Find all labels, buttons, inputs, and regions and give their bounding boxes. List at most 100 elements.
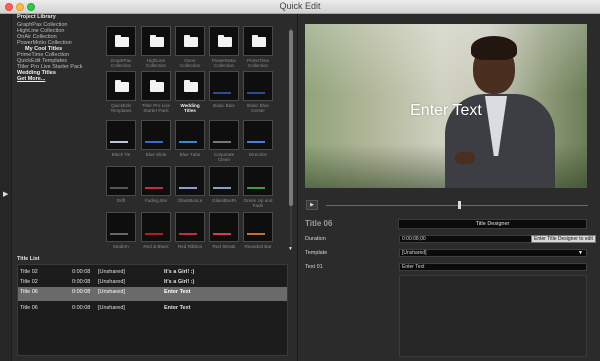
template-label: GlassBoxLe	[177, 198, 203, 203]
template-thumbnail[interactable]: Modern	[106, 212, 136, 249]
folder-icon	[141, 71, 171, 101]
chevron-right-icon: ▶	[3, 191, 9, 198]
template-thumbnail[interactable]: Drift	[106, 166, 136, 203]
preview-overlay-text[interactable]: Enter Text	[305, 102, 587, 120]
duration-label: Duration	[305, 236, 326, 242]
title-list-heading: Title List	[17, 256, 40, 262]
template-thumbnail[interactable]: PrimeTime Collection	[243, 26, 273, 68]
template-label: Red Ribbon	[177, 244, 203, 249]
template-dropdown[interactable]: [Unshared] ▼	[399, 249, 587, 257]
template-preview	[106, 212, 136, 242]
title-duration: 0:00:08	[72, 289, 91, 295]
play-icon: ▶	[310, 202, 314, 208]
project-library-heading: Project Library	[17, 14, 56, 20]
template-thumbnail[interactable]: Red Streak	[209, 212, 239, 249]
template-label: GlassBoxRi	[212, 198, 236, 203]
title-name: Title 06	[20, 289, 38, 295]
template-preview	[175, 166, 205, 196]
template-thumbnail[interactable]: GlassBoxLe	[175, 166, 205, 203]
template-thumbnail[interactable]: Fading Bar	[141, 166, 171, 203]
text-01-label: Text 01	[305, 264, 323, 270]
template-preview	[209, 212, 239, 242]
template-label: Titler Pro Live Starter Pack	[141, 103, 171, 113]
template-thumbnail[interactable]: GlassBoxRi	[209, 166, 239, 203]
template-preview	[243, 120, 273, 150]
play-button[interactable]: ▶	[306, 200, 318, 210]
title-text: Enter Text	[164, 289, 191, 295]
window-titlebar: Quick Edit	[0, 0, 600, 14]
template-label: Blue Slide	[145, 152, 167, 157]
template-thumbnail[interactable]: Red & Black	[141, 212, 171, 249]
template-thumbnail[interactable]: HighLine Collection	[141, 26, 171, 68]
folder-icon	[106, 71, 136, 101]
template-label: Red & Black	[143, 244, 169, 249]
template-thumbnail[interactable]: Basic Blue Center	[243, 71, 273, 113]
panel-divider[interactable]	[297, 14, 298, 361]
library-item[interactable]: Get More...	[17, 76, 107, 82]
template-label: Modern	[113, 244, 129, 249]
template-thumbnail[interactable]: Blue Slide	[141, 120, 171, 157]
title-list-row[interactable]: Title 06 0:00:08 [Unshared] Enter Text	[18, 287, 287, 301]
template-thumbnail[interactable]: GraphPax Collection	[106, 26, 136, 68]
template-thumbnail[interactable]: Corporate Clean	[209, 120, 239, 162]
preview-viewer[interactable]: Enter Text	[305, 24, 587, 188]
text-edit-area[interactable]	[399, 275, 587, 357]
template-thumbnail[interactable]: QuickEdit Templates	[106, 71, 136, 113]
window-title: Quick Edit	[279, 1, 321, 11]
template-thumbnail[interactable]: Wedding Titles	[175, 71, 205, 113]
template-thumbnail[interactable]: Basic Blue	[209, 71, 239, 108]
playhead[interactable]	[458, 201, 461, 209]
template-thumbnail[interactable]: Rounded Bar	[243, 212, 273, 249]
template-label: Fading Bar	[144, 198, 168, 203]
template-label: Rounded Bar	[244, 244, 272, 249]
template-preview	[141, 166, 171, 196]
title-text: Enter Text	[164, 305, 191, 311]
title-text: It's a Girl! :)	[164, 279, 195, 285]
template-label: Green Up and Fade	[243, 198, 273, 208]
title-designer-tooltip: Enter Title Designer to edit	[531, 235, 596, 243]
template-preview	[243, 71, 273, 101]
title-duration: 0:00:08	[72, 305, 91, 311]
template-preview	[209, 71, 239, 101]
title-duration: 0:00:08	[72, 269, 91, 275]
template-thumbnail[interactable]: PowerMotio Collection	[209, 26, 239, 68]
template-label: Blue Tube	[179, 152, 201, 157]
template-thumbnail[interactable]: Blue Tube	[175, 120, 205, 157]
title-template: [Unshared]	[98, 305, 125, 311]
template-grid-scrollbar[interactable]: ▼	[288, 24, 294, 252]
template-dropdown-value: [Unshared]	[402, 250, 427, 256]
title-template: [Unshared]	[98, 289, 125, 295]
template-thumbnail[interactable]: Black Tie	[106, 120, 136, 157]
folder-icon	[106, 26, 136, 56]
template-thumbnail[interactable]: Green Up and Fade	[243, 166, 273, 208]
dropdown-arrow-icon: ▼	[578, 250, 583, 256]
template-thumbnail[interactable]: Red Ribbon	[175, 212, 205, 249]
template-label: Red Streak	[212, 244, 236, 249]
template-thumbnail[interactable]: OnAir Collection	[175, 26, 205, 68]
title-template: [Unshared]	[98, 269, 125, 275]
folder-icon	[175, 26, 205, 56]
folder-icon	[209, 26, 239, 56]
template-label: Basic Blue Center	[247, 103, 269, 113]
selected-title-name: Title 06	[305, 219, 333, 228]
template-thumbnail[interactable]: Direction	[243, 120, 273, 157]
template-label: Wedding Titles	[180, 103, 200, 113]
timeline-scrubber[interactable]	[326, 205, 588, 206]
template-preview	[106, 166, 136, 196]
folder-icon	[175, 71, 205, 101]
title-list-row[interactable]: Title 02 0:00:08 [Unshared] It's a Girl! :)	[18, 267, 287, 277]
scrollbar-thumb[interactable]	[289, 30, 293, 206]
template-label: Drift	[116, 198, 126, 203]
template-label: PrimeTime Collection	[246, 58, 270, 68]
template-label: OnAir Collection	[179, 58, 201, 68]
title-list-row[interactable]: Title 06 0:00:08 [Unshared] Enter Text	[18, 303, 287, 313]
title-text: It's a Girl! :)	[164, 269, 195, 275]
scroll-down-icon[interactable]: ▼	[288, 246, 293, 252]
template-label: HighLine Collection	[145, 58, 167, 68]
template-thumbnail[interactable]: Titler Pro Live Starter Pack	[141, 71, 171, 113]
title-designer-button[interactable]: Title Designer	[398, 219, 587, 229]
title-list-table: Title 02 0:00:08 [Unshared] It's a Girl! :)…	[17, 264, 288, 356]
title-list-row[interactable]: Title 02 0:00:08 [Unshared] It's a Girl! :)	[18, 277, 287, 287]
side-panel-toggle[interactable]: ▶	[0, 14, 12, 361]
text-01-field[interactable]: Enter Text	[399, 263, 587, 271]
